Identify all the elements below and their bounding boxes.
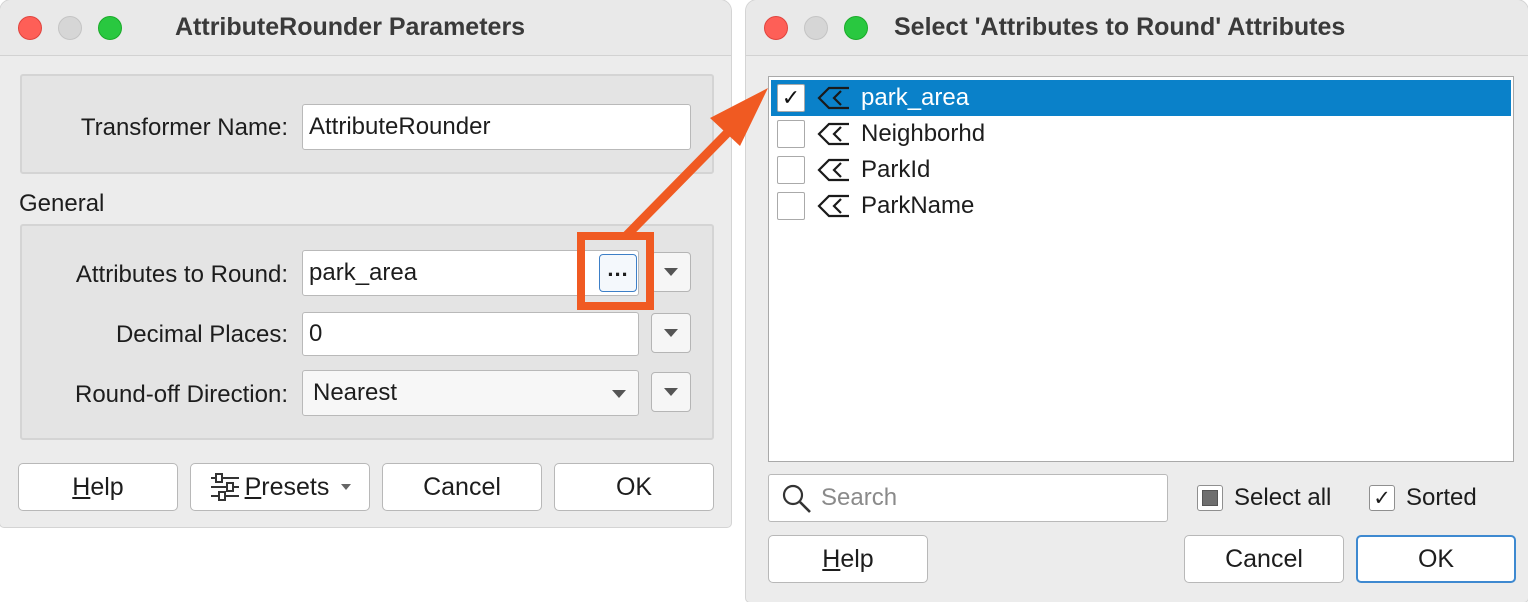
arrow-shaft: [622, 116, 744, 240]
highlight-box: [577, 232, 654, 310]
annotation-overlay: [577, 88, 768, 310]
